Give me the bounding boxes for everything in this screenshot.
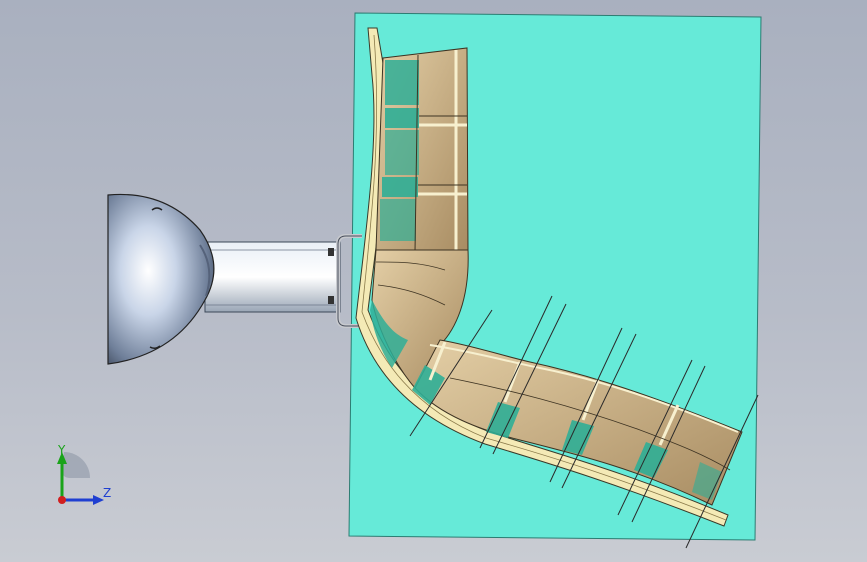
cad-viewport[interactable]: Y Z <box>0 0 867 562</box>
support-arm[interactable] <box>204 241 341 313</box>
vertical-segments[interactable] <box>375 47 469 253</box>
z-axis-label: Z <box>103 486 111 500</box>
y-axis-label: Y <box>57 443 66 457</box>
dome-cover[interactable] <box>107 193 215 365</box>
coordinate-triad <box>57 452 104 505</box>
